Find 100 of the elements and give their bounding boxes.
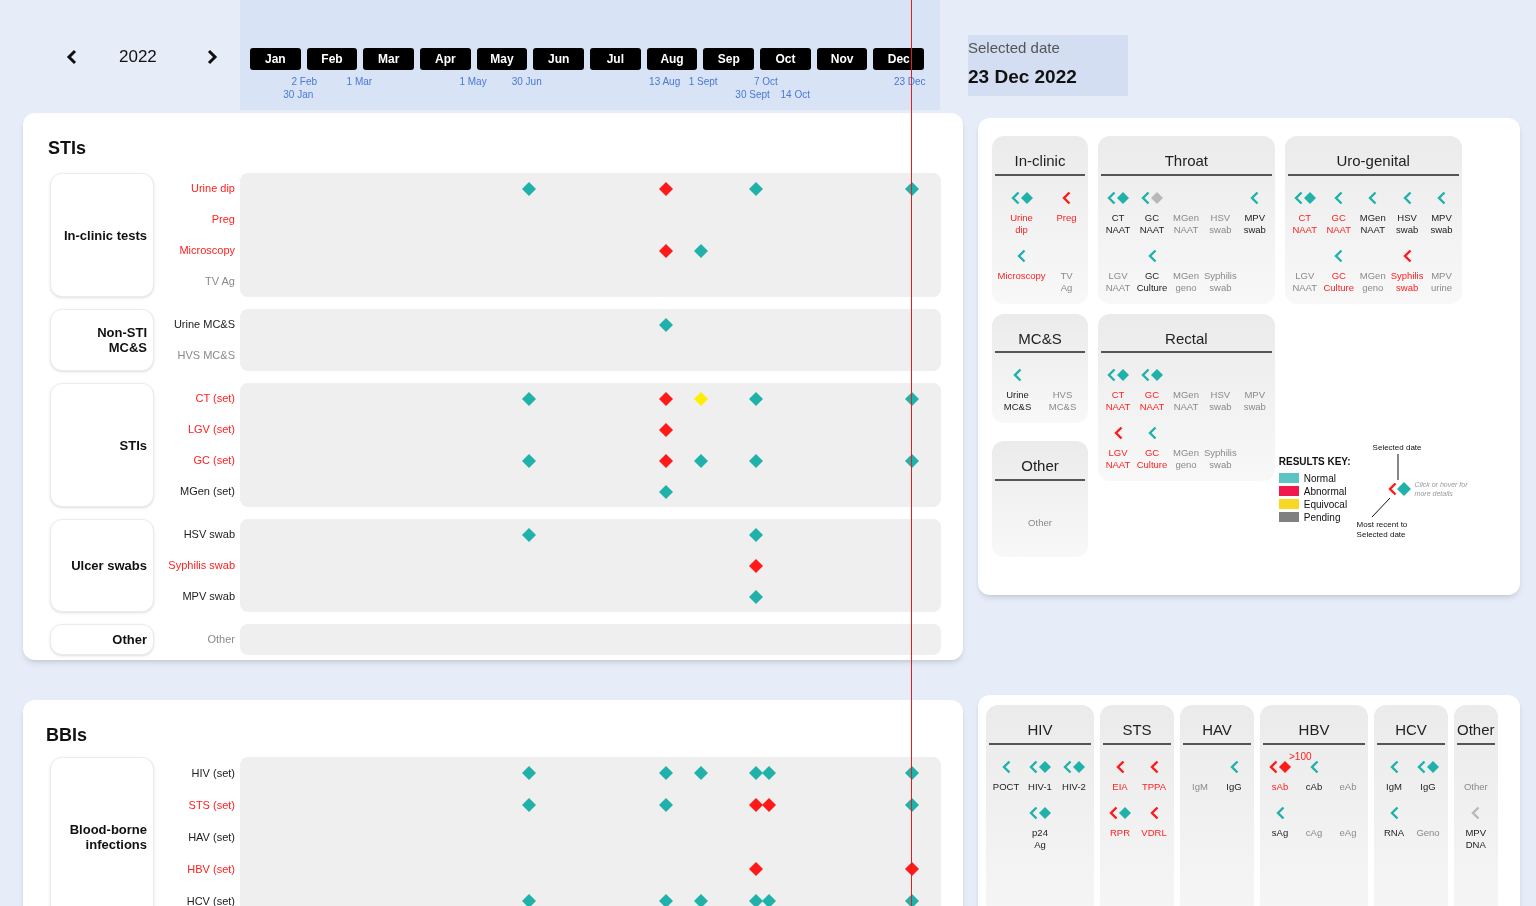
date-label[interactable]: 30 Sept [735, 87, 770, 102]
result-diamond-icon[interactable] [521, 894, 536, 906]
result-diamond-icon[interactable] [521, 527, 536, 542]
test-label[interactable]: HIV (set) [191, 764, 235, 782]
test-label[interactable]: Preg [1056, 211, 1077, 224]
date-label[interactable]: 7 Oct [753, 74, 778, 89]
test-label[interactable]: sAg [1271, 826, 1289, 839]
month-button[interactable]: Feb [306, 48, 358, 70]
result-diamond-icon[interactable] [748, 766, 763, 780]
test-label[interactable]: sAb [1271, 780, 1289, 793]
test-label[interactable]: IgG [1226, 780, 1242, 793]
test-label[interactable]: IgM [1386, 780, 1402, 793]
result-diamond-icon[interactable] [521, 181, 536, 196]
test-label[interactable]: GC Culture [1323, 269, 1355, 294]
test-label[interactable]: MPV swab [1430, 211, 1453, 236]
test-label[interactable]: EIA [1112, 780, 1128, 793]
month-button[interactable]: Aug [646, 48, 698, 70]
result-diamond-icon[interactable] [748, 558, 763, 573]
result-diamond-icon[interactable] [694, 243, 709, 258]
result-diamond-icon[interactable] [748, 527, 763, 542]
result-diamond-icon[interactable] [761, 766, 776, 780]
result-diamond-icon[interactable] [904, 894, 919, 906]
test-label[interactable]: IgG [1420, 780, 1436, 793]
test-label[interactable]: GC Culture [1136, 447, 1168, 471]
month-button[interactable]: Jun [533, 48, 585, 70]
test-label[interactable]: HSV swab [1396, 211, 1419, 236]
month-button[interactable]: Jan [250, 48, 301, 70]
test-label[interactable]: LGV (set) [187, 421, 235, 438]
result-diamond-icon[interactable] [748, 181, 763, 196]
test-label[interactable]: MPV swab [182, 588, 235, 605]
date-label[interactable]: 30 Jan [283, 87, 314, 102]
test-label[interactable]: MGen (set) [180, 483, 235, 500]
result-diamond-icon[interactable] [659, 894, 674, 906]
test-label[interactable]: STS (set) [188, 796, 235, 814]
test-label[interactable]: GC NAAT [1326, 211, 1352, 236]
test-label[interactable]: HSV swab [183, 526, 235, 543]
test-label[interactable]: p24 Ag [1032, 826, 1048, 851]
result-diamond-icon[interactable] [521, 766, 536, 780]
test-label[interactable]: Urine MC&S [1003, 389, 1032, 413]
test-label[interactable]: cAb [1305, 780, 1323, 793]
result-diamond-icon[interactable] [521, 798, 536, 812]
test-label[interactable]: LGV NAAT [1105, 447, 1131, 471]
result-diamond-icon[interactable] [748, 862, 763, 876]
test-label[interactable]: HIV-1 [1028, 780, 1052, 793]
test-label[interactable]: Microscopy [997, 269, 1046, 282]
result-diamond-icon[interactable] [748, 894, 763, 906]
date-label[interactable]: 13 Aug [649, 74, 681, 89]
test-label[interactable]: HIV-2 [1062, 780, 1086, 793]
month-button[interactable]: Nov [816, 48, 868, 70]
date-label[interactable]: 2 Feb [291, 74, 318, 89]
date-label[interactable]: 1 Mar [346, 74, 373, 89]
result-diamond-icon[interactable] [748, 589, 763, 604]
test-label[interactable]: RPR [1109, 826, 1131, 839]
month-button[interactable]: Oct [760, 48, 811, 70]
test-label[interactable]: GC (set) [193, 452, 235, 469]
date-label[interactable]: 30 Jun [511, 74, 542, 89]
result-diamond-icon[interactable] [659, 798, 674, 812]
month-button[interactable]: Dec [873, 48, 925, 70]
result-diamond-icon[interactable] [694, 766, 709, 780]
date-label[interactable]: 14 Oct [780, 87, 810, 102]
test-label[interactable]: Urine dip [190, 180, 235, 197]
test-label[interactable]: CT NAAT [1292, 211, 1318, 236]
test-label[interactable]: POCT [992, 780, 1020, 793]
date-label[interactable]: 1 May [459, 74, 487, 89]
test-label[interactable]: Microscopy [179, 242, 235, 259]
result-diamond-icon[interactable] [659, 484, 674, 499]
result-diamond-icon[interactable] [659, 243, 674, 258]
month-button[interactable]: Sep [703, 48, 755, 70]
test-label[interactable]: MGen NAAT [1359, 211, 1386, 236]
test-label[interactable]: RNA [1383, 826, 1405, 839]
test-label[interactable]: GC NAAT [1139, 389, 1165, 413]
result-diamond-icon[interactable] [761, 894, 776, 906]
result-diamond-icon[interactable] [748, 798, 763, 812]
result-diamond-icon[interactable] [659, 391, 674, 406]
result-diamond-icon[interactable] [748, 453, 763, 468]
test-label[interactable]: GC NAAT [1139, 211, 1165, 236]
result-diamond-icon[interactable] [521, 391, 536, 406]
test-label[interactable]: MPV swab [1243, 211, 1266, 236]
test-label[interactable]: Syphilis swab [168, 557, 235, 574]
test-label[interactable]: Preg [211, 211, 235, 228]
result-diamond-icon[interactable] [659, 317, 674, 332]
test-label[interactable]: GC Culture [1136, 269, 1168, 294]
result-diamond-icon[interactable] [694, 894, 709, 906]
test-label[interactable]: HAV (set) [188, 828, 235, 846]
result-diamond-icon[interactable] [659, 422, 674, 437]
test-label[interactable]: CT NAAT [1105, 389, 1131, 413]
month-button[interactable]: Mar [363, 48, 414, 70]
test-label[interactable]: HBV (set) [187, 860, 235, 878]
test-label[interactable]: Urine MC&S [173, 316, 235, 333]
test-label[interactable]: Urine dip [1010, 211, 1033, 236]
test-label[interactable]: CT NAAT [1105, 211, 1131, 236]
test-label[interactable]: CT (set) [195, 390, 235, 407]
result-diamond-icon[interactable] [748, 391, 763, 406]
result-diamond-icon[interactable] [694, 453, 709, 468]
result-diamond-icon[interactable] [659, 766, 674, 780]
test-label[interactable]: VDRL [1141, 826, 1167, 839]
test-label[interactable]: Syphilis swab [1390, 269, 1424, 294]
date-label[interactable]: 1 Sept [688, 74, 718, 89]
month-button[interactable]: Apr [420, 48, 471, 70]
result-diamond-icon[interactable] [761, 798, 776, 812]
